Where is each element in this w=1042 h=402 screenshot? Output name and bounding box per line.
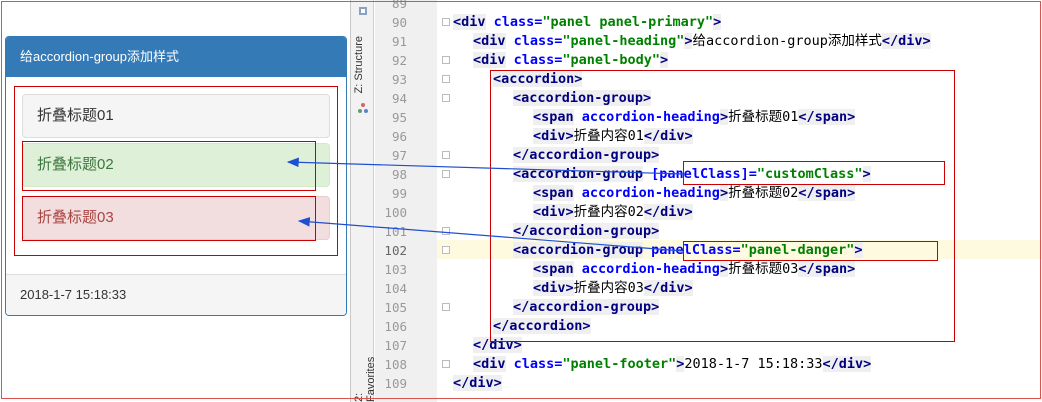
line-number: 97 bbox=[391, 148, 407, 163]
code-token-text: 给accordion-group添加样式 bbox=[692, 33, 882, 49]
code-token-tag-end: </div> bbox=[822, 356, 872, 372]
code-token-tag-end: </div> bbox=[881, 33, 931, 49]
line-number: 102 bbox=[384, 243, 407, 258]
code-token-text: 2018-1-7 15:18:33 bbox=[684, 356, 823, 372]
highlight-box-group-2 bbox=[22, 141, 316, 191]
highlight-box-group-3 bbox=[22, 196, 316, 241]
line-number: 96 bbox=[391, 129, 407, 144]
accordion-heading-1: 折叠标题01 bbox=[37, 107, 114, 124]
fold-marker-icon[interactable] bbox=[442, 170, 450, 178]
line-number: 94 bbox=[391, 91, 407, 106]
line-number: 103 bbox=[384, 262, 407, 277]
code-token-tag-open: <div bbox=[473, 33, 506, 49]
code-token-tag-open: <div bbox=[453, 14, 486, 30]
code-token-tag-open: </div> bbox=[453, 375, 502, 391]
code-line: <div class="panel panel-primary"> bbox=[453, 13, 722, 32]
fold-marker-icon[interactable] bbox=[442, 18, 450, 26]
panel-heading: 给accordion-group添加样式 bbox=[6, 37, 346, 77]
fold-marker-icon[interactable] bbox=[442, 303, 450, 311]
line-number: 99 bbox=[391, 186, 407, 201]
accordion-group-1[interactable]: 折叠标题01 bbox=[22, 94, 330, 138]
code-token-val: "panel-body" bbox=[562, 52, 660, 68]
line-number: 107 bbox=[384, 338, 407, 353]
code-line: <div class="panel-body"> bbox=[473, 51, 669, 70]
fold-marker-icon[interactable] bbox=[442, 246, 450, 254]
line-number: 95 bbox=[391, 110, 407, 125]
structure-icon[interactable] bbox=[358, 6, 368, 16]
line-number: 105 bbox=[384, 300, 407, 315]
code-line: </div> bbox=[453, 374, 502, 393]
line-number: 93 bbox=[391, 72, 407, 87]
line-number: 89 bbox=[391, 0, 407, 11]
line-number: 101 bbox=[384, 224, 407, 239]
line-number: 100 bbox=[384, 205, 407, 220]
favorites-tab[interactable]: 2: Favorites bbox=[353, 345, 377, 402]
code-token-attr: class= bbox=[505, 33, 563, 49]
line-number: 109 bbox=[384, 376, 407, 391]
tool-window-stripe: Z: Structure 2: Favorites bbox=[350, 0, 377, 402]
code-token-close: > bbox=[713, 14, 722, 30]
fold-marker-icon[interactable] bbox=[442, 360, 450, 368]
fold-marker-icon[interactable] bbox=[442, 151, 450, 159]
code-token-val: "panel-footer" bbox=[562, 356, 677, 372]
code-token-attr: class= bbox=[485, 14, 543, 30]
code-token-attr: class= bbox=[505, 356, 563, 372]
code-token-tag-open: <div bbox=[473, 52, 506, 68]
code-token-close: > bbox=[659, 52, 669, 68]
line-number-gutter: 89 90 91 92 93 94 95 96 97 98 99 100 101 102 103 104 105… bbox=[375, 0, 437, 402]
preview-pane: 给accordion-group添加样式 2018-1-7 15:18:33 折… bbox=[0, 0, 350, 402]
line-number: 104 bbox=[384, 281, 407, 296]
code-token-val: "panel-heading" bbox=[562, 33, 685, 49]
code-highlight-customclass bbox=[683, 161, 945, 185]
code-line: <div class="panel-footer">2018-1-7 15:18… bbox=[473, 355, 872, 374]
line-number: 106 bbox=[384, 319, 407, 334]
code-highlight-panel-danger bbox=[683, 241, 938, 261]
hierarchy-icon bbox=[358, 103, 368, 113]
code-token-val: "panel panel-primary" bbox=[542, 14, 714, 30]
fold-marker-icon[interactable] bbox=[442, 56, 450, 64]
fold-marker-icon[interactable] bbox=[442, 75, 450, 83]
line-number: 98 bbox=[391, 167, 407, 182]
structure-tab[interactable]: Z: Structure bbox=[353, 36, 365, 93]
line-number: 92 bbox=[391, 53, 407, 68]
fold-marker-icon[interactable] bbox=[442, 227, 450, 235]
code-token-tag-open: <div bbox=[473, 356, 506, 372]
line-number: 91 bbox=[391, 34, 407, 49]
line-number: 90 bbox=[391, 15, 407, 30]
code-line: <div class="panel-heading">给accordion-gr… bbox=[473, 32, 931, 51]
fold-marker-icon[interactable] bbox=[442, 94, 450, 102]
code-token-attr: class= bbox=[505, 52, 563, 68]
line-number: 108 bbox=[384, 357, 407, 372]
code-accordion-highlight-box bbox=[490, 70, 955, 342]
panel-footer: 2018-1-7 15:18:33 bbox=[6, 274, 346, 315]
